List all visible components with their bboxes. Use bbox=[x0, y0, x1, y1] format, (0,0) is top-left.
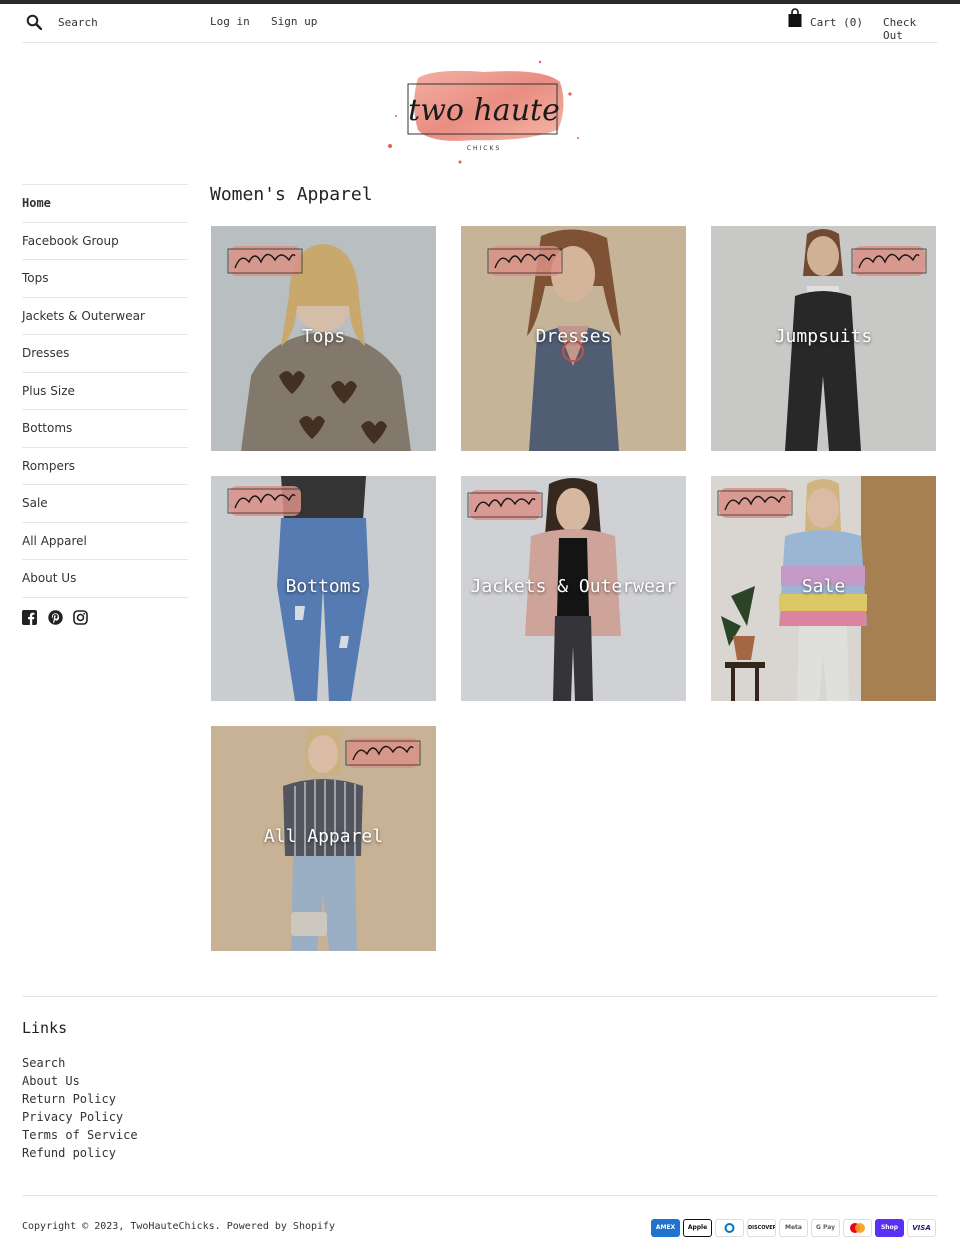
copyright-text: Copyright © 2023, TwoHauteChicks. Powere… bbox=[22, 1221, 336, 1232]
signup-link[interactable]: Sign up bbox=[271, 15, 317, 28]
sidebar-item-bottoms[interactable]: Bottoms bbox=[22, 410, 188, 448]
logo-tagline: CHICKS bbox=[467, 145, 501, 152]
shopping-bag-icon[interactable] bbox=[787, 8, 803, 28]
sidebar-nav: Home Facebook Group Tops Jackets & Outer… bbox=[22, 184, 188, 598]
login-link[interactable]: Log in bbox=[210, 15, 250, 28]
cart-link[interactable]: Cart (0) bbox=[810, 16, 863, 29]
sidebar-item-rompers[interactable]: Rompers bbox=[22, 448, 188, 485]
visa-icon: VISA bbox=[907, 1219, 936, 1237]
footer-link-terms-of-service[interactable]: Terms of Service bbox=[22, 1126, 138, 1144]
footer-links: Search About Us Return Policy Privacy Po… bbox=[22, 1054, 138, 1162]
search-icon[interactable] bbox=[26, 14, 42, 30]
footer-divider bbox=[22, 996, 938, 997]
collection-tile-tops[interactable]: Tops bbox=[211, 226, 436, 451]
footer-link-refund-policy[interactable]: Refund policy bbox=[22, 1144, 138, 1162]
site-header: Log in Sign up Cart (0) Check Out bbox=[22, 4, 938, 43]
collection-tile-all-apparel[interactable]: All Apparel bbox=[211, 726, 436, 951]
collection-tile-bottoms[interactable]: Bottoms bbox=[211, 476, 436, 701]
footer-link-about-us[interactable]: About Us bbox=[22, 1072, 138, 1090]
collection-title: Sale bbox=[801, 576, 846, 597]
diners-club-icon bbox=[715, 1219, 744, 1237]
instagram-icon[interactable] bbox=[73, 610, 88, 625]
search-input[interactable] bbox=[58, 12, 218, 32]
footer-link-return-policy[interactable]: Return Policy bbox=[22, 1090, 138, 1108]
checkout-link[interactable]: Check Out bbox=[883, 16, 938, 42]
sidebar-item-about-us[interactable]: About Us bbox=[22, 560, 188, 598]
collection-tile-dresses[interactable]: Dresses bbox=[461, 226, 686, 451]
sidebar-item-jackets-outerwear[interactable]: Jackets & Outerwear bbox=[22, 298, 188, 335]
apple-pay-icon: Apple Pay bbox=[683, 1219, 712, 1237]
sidebar-item-dresses[interactable]: Dresses bbox=[22, 335, 188, 373]
collection-title: Jumpsuits bbox=[774, 326, 873, 347]
collection-tile-sale[interactable]: Sale bbox=[711, 476, 936, 701]
logo-wordmark: two haute bbox=[408, 93, 560, 128]
mastercard-icon bbox=[843, 1219, 872, 1237]
facebook-icon[interactable] bbox=[22, 610, 37, 625]
footer-link-search[interactable]: Search bbox=[22, 1054, 138, 1072]
sidebar-item-sale[interactable]: Sale bbox=[22, 485, 188, 523]
shop-pay-icon: Shop Pay bbox=[875, 1219, 904, 1237]
collection-title: Bottoms bbox=[285, 576, 362, 597]
collection-title: Dresses bbox=[535, 326, 612, 347]
footer-divider bbox=[22, 1195, 938, 1196]
collection-title: All Apparel bbox=[263, 826, 384, 847]
meta-pay-icon: Meta Pay bbox=[779, 1219, 808, 1237]
sidebar-item-home[interactable]: Home bbox=[22, 185, 188, 223]
sidebar-item-all-apparel[interactable]: All Apparel bbox=[22, 523, 188, 560]
sidebar-item-plus-size[interactable]: Plus Size bbox=[22, 373, 188, 410]
sidebar-item-facebook-group[interactable]: Facebook Group bbox=[22, 223, 188, 260]
collection-title: Jackets & Outerwear bbox=[470, 576, 677, 597]
amex-icon: AMEX bbox=[651, 1219, 680, 1237]
collection-tile-jackets-outerwear[interactable]: Jackets & Outerwear bbox=[461, 476, 686, 701]
collection-title: Tops bbox=[301, 326, 346, 347]
footer-links-title: Links bbox=[22, 1019, 68, 1037]
pinterest-icon[interactable] bbox=[48, 610, 63, 625]
collection-tile-jumpsuits[interactable]: Jumpsuits bbox=[711, 226, 936, 451]
footer-link-privacy-policy[interactable]: Privacy Policy bbox=[22, 1108, 138, 1126]
page-title: Women's Apparel bbox=[210, 184, 373, 205]
sidebar-item-tops[interactable]: Tops bbox=[22, 260, 188, 298]
google-pay-icon: G Pay bbox=[811, 1219, 840, 1237]
discover-icon: DISCOVER bbox=[747, 1219, 776, 1237]
